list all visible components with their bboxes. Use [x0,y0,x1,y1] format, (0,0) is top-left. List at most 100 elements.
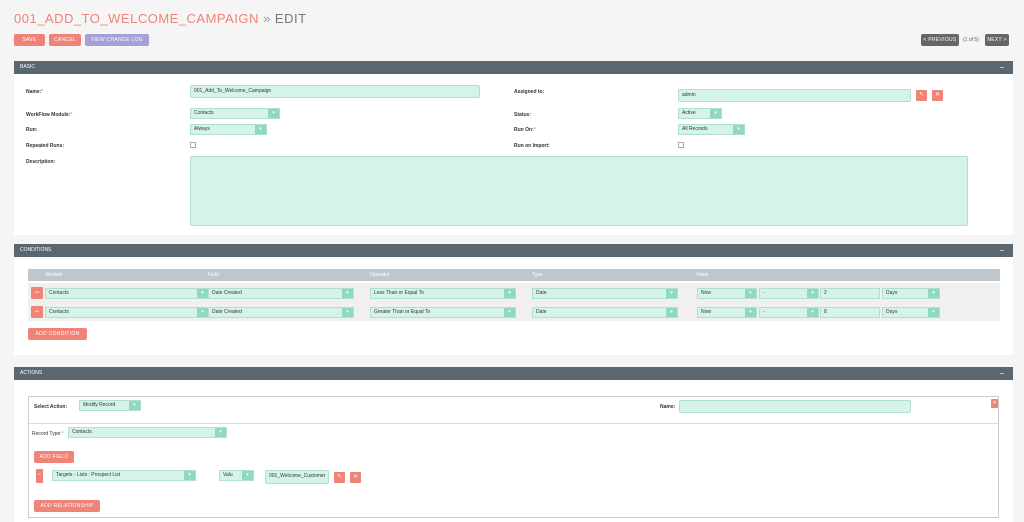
save-button[interactable]: SAVE [14,34,45,46]
run-on-value: All Records [682,126,708,132]
chevron-down-icon: ▾ [666,308,677,317]
remove-condition-icon[interactable]: − [31,287,43,299]
status-value: Active [682,110,696,116]
remove-condition-icon[interactable]: − [31,306,43,318]
repeated-runs-label: Repeated Runs: [26,143,65,149]
condition-value-base: Now [701,309,712,315]
status-label: Status: [514,112,531,118]
chevron-down-icon: ▾ [733,125,744,134]
condition-value-base-select[interactable]: Now ▾ [697,288,757,299]
table-row: − Contacts ▾ Date Created ▾ Less Than or E… [28,283,1000,302]
condition-field-select[interactable]: Date Created ▾ [208,307,354,318]
action-name-label: Name: [660,404,676,410]
basic-panel-header[interactable]: BASIC − [14,61,1013,74]
assigned-to-input[interactable]: admin [678,89,911,102]
condition-value-sign-select[interactable]: - ▾ [759,288,819,299]
assigned-to-label: Assigned to: [514,89,545,95]
view-change-log-button[interactable]: VIEW CHANGE LOG [85,34,149,46]
condition-module-select[interactable]: Contacts ▾ [45,307,209,318]
chevron-down-icon: ▾ [342,289,353,298]
condition-value-unit: Days [886,290,898,296]
collapse-icon[interactable]: − [999,244,1004,257]
conditions-panel-header[interactable]: CONDITIONS − [14,244,1013,257]
condition-value-sign: - [763,309,765,315]
condition-value-amount-input[interactable]: 8 [820,307,880,318]
name-label: Name:* [26,89,44,95]
action-name-input[interactable] [679,400,911,413]
condition-value-amount-input[interactable]: 2 [820,288,880,299]
run-on-label: Run On:* [514,127,536,133]
record-type-select[interactable]: Contacts ▾ [68,427,227,438]
condition-field-select[interactable]: Date Created ▾ [208,288,354,299]
condition-operator-select[interactable]: Less Than or Equal To ▾ [370,288,516,299]
condition-module-value: Contacts [49,309,69,315]
chevron-down-icon: ▾ [807,289,818,298]
chevron-down-icon: ▾ [268,109,279,118]
select-action-select[interactable]: Modify Record ▾ [79,400,141,411]
workflow-module-label: WorkFlow Module:* [26,112,73,118]
chevron-down-icon: ▾ [745,289,756,298]
pager-count: (1 of 5) [963,37,979,43]
column-header: Type [532,272,543,278]
relationship-type-value: Valu [223,472,233,478]
relationship-type-select[interactable]: Valu ▾ [219,470,254,481]
collapse-icon[interactable]: − [999,367,1004,380]
condition-type-value: Date [536,290,547,296]
add-field-button[interactable]: ADD FIELD [34,451,74,463]
chevron-down-icon: ▾ [928,308,939,317]
collapse-icon[interactable]: − [999,61,1004,74]
next-button[interactable]: NEXT > [985,34,1009,46]
conditions-panel-title: CONDITIONS [20,247,52,253]
condition-value-unit-select[interactable]: Days ▾ [882,288,940,299]
chevron-down-icon: ▾ [197,308,208,317]
condition-type-select[interactable]: Date ▾ [532,307,678,318]
chevron-down-icon: ▾ [242,471,253,480]
select-relationship-icon[interactable]: ↖ [334,472,345,483]
relationship-field-select[interactable]: Targets - Lists : Prospect List ▾ [52,470,196,481]
actions-panel-title: ACTIONS [20,370,43,376]
add-condition-button[interactable]: ADD CONDITION [28,328,87,340]
condition-value-sign-select[interactable]: - ▾ [759,307,819,318]
run-on-import-checkbox[interactable] [678,142,684,148]
status-select[interactable]: Active ▾ [678,108,722,119]
condition-type-select[interactable]: Date ▾ [532,288,678,299]
workflow-module-select[interactable]: Contacts ▾ [190,108,280,119]
condition-value-base-select[interactable]: Now ▾ [697,307,757,318]
chevron-down-icon: ▾ [504,289,515,298]
record-name: 001_ADD_TO_WELCOME_CAMPAIGN [14,11,259,26]
chevron-down-icon: ▾ [184,471,195,480]
select-user-icon[interactable]: ↖ [916,90,927,101]
add-relationship-button[interactable]: ADD RELATIONSHIP [34,500,100,512]
table-row: − Contacts ▾ Date Created ▾ Greater Than o… [28,302,1000,321]
condition-operator-select[interactable]: Greater Than or Equal To ▾ [370,307,516,318]
run-on-select[interactable]: All Records ▾ [678,124,745,135]
relationship-value-input[interactable]: 001_Welcome_Customer [265,470,329,484]
previous-button[interactable]: < PREVIOUS [921,34,959,46]
actions-panel-header[interactable]: ACTIONS − [14,367,1013,380]
cancel-button[interactable]: CANCEL [49,34,81,46]
clear-user-icon[interactable]: ✕ [932,90,943,101]
chevron-down-icon: ▾ [710,109,721,118]
description-textarea[interactable] [190,156,968,226]
record-type-value: Contacts [72,429,92,435]
column-header: Value [696,272,709,278]
condition-value-unit-select[interactable]: Days ▾ [882,307,940,318]
mode-label: EDIT [274,11,307,26]
condition-module-select[interactable]: Contacts ▾ [45,288,209,299]
run-value: Always [194,126,210,132]
select-action-label: Select Action: [34,404,68,410]
column-header: Operator [370,272,390,278]
remove-relationship-icon[interactable]: − [36,469,43,483]
clear-relationship-icon[interactable]: ✕ [350,472,361,483]
chevron-down-icon: ▾ [666,289,677,298]
repeated-runs-checkbox[interactable] [190,142,196,148]
condition-field-value: Date Created [212,290,242,296]
chevron-down-icon: ▾ [504,308,515,317]
run-select[interactable]: Always ▾ [190,124,267,135]
name-input[interactable]: 001_Add_To_Welcome_Campaign [190,85,480,98]
page-title: 001_ADD_TO_WELCOME_CAMPAIGN » EDIT [14,11,307,26]
column-header: Module [46,272,63,278]
remove-action-icon[interactable]: ✕ [991,399,998,408]
run-label: Run: [26,127,38,133]
chevron-down-icon: ▾ [215,428,226,437]
